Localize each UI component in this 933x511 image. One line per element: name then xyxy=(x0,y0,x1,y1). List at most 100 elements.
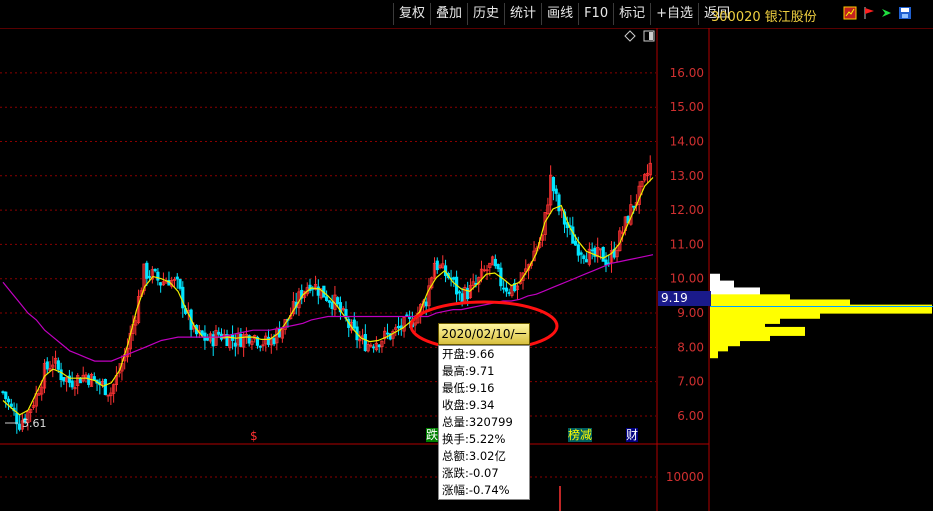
candle-body xyxy=(15,412,19,425)
candle-body xyxy=(502,287,506,290)
candle-body xyxy=(87,375,91,385)
candle-body xyxy=(457,291,461,294)
candle-body xyxy=(377,344,381,348)
y-tick-label: 15.00 xyxy=(670,100,704,114)
candle-body xyxy=(59,369,63,381)
candle-body xyxy=(6,398,11,403)
candle-body xyxy=(145,262,149,279)
candle-body xyxy=(352,319,356,329)
candle-body xyxy=(363,334,367,352)
flag-green-icon[interactable] xyxy=(880,6,894,20)
candle-body xyxy=(92,376,96,380)
volume-tick-label: 10000 xyxy=(666,470,704,484)
history-button[interactable]: 历史 xyxy=(467,3,504,25)
marker-fall[interactable]: 跌 xyxy=(426,428,439,442)
y-tick-label: 14.00 xyxy=(670,135,704,149)
candle-body xyxy=(590,249,594,252)
candle-body xyxy=(211,334,215,347)
candle-body xyxy=(325,296,329,301)
candle-body xyxy=(573,240,578,246)
chart-type-icon[interactable] xyxy=(843,6,857,20)
candle-body xyxy=(554,188,558,194)
tooltip-panel: 开盘:9.66 最高:9.71 最低:9.16 收盘:9.34 总量:32079… xyxy=(438,345,530,500)
tooltip-low: 最低:9.16 xyxy=(442,381,495,395)
candle-body xyxy=(266,336,271,345)
candle-body xyxy=(435,260,439,271)
tooltip-close: 收盘:9.34 xyxy=(442,398,495,412)
mark-button[interactable]: 标记 xyxy=(613,3,650,25)
tooltip-high: 最高:9.71 xyxy=(442,364,495,378)
candle-body xyxy=(147,275,152,278)
y-tick-label: 6.00 xyxy=(677,409,704,423)
fuquan-button[interactable]: 复权 xyxy=(393,3,430,25)
candle-body xyxy=(103,379,107,396)
y-tick-label: 11.00 xyxy=(670,237,704,251)
candle-body xyxy=(632,205,636,208)
candle-body xyxy=(327,300,331,303)
low-price-label: 5.61 xyxy=(22,417,47,430)
candle-body xyxy=(504,287,509,292)
candle-body xyxy=(272,338,276,345)
marker-rank-reduce[interactable]: 榜减 xyxy=(568,428,593,442)
y-tick-label: 16.00 xyxy=(670,66,704,80)
candle-body xyxy=(330,301,334,309)
candle-body xyxy=(493,258,497,267)
candle-body xyxy=(579,252,583,255)
tooltip-date: 2020/02/10/一 xyxy=(438,323,530,345)
candle-body xyxy=(156,271,160,281)
candle-body xyxy=(206,338,210,341)
top-toolbar-bar: 复权 叠加 历史 统计 画线 F10 标记 +自选 返回 300020 银江股份 xyxy=(0,0,933,28)
candle-body xyxy=(45,361,49,370)
candle-body xyxy=(557,194,561,212)
candle-body xyxy=(496,264,500,270)
candle-body xyxy=(217,331,221,335)
layout-icon[interactable] xyxy=(643,30,655,42)
flag-red-icon[interactable] xyxy=(862,6,876,20)
tooltip-turnover: 换手:5.22% xyxy=(442,432,506,446)
overlay-button[interactable]: 叠加 xyxy=(430,3,467,25)
f10-button[interactable]: F10 xyxy=(578,3,613,25)
candle-body xyxy=(576,244,580,256)
y-tick-label: 10.00 xyxy=(670,272,704,286)
candle-body xyxy=(62,376,66,382)
y-tick-label: 8.00 xyxy=(677,340,704,354)
candle-body xyxy=(571,226,575,244)
marker-dollar[interactable]: $ xyxy=(250,429,258,443)
candle-body xyxy=(56,360,60,370)
candle-body xyxy=(452,277,456,280)
tooltip-change: 涨跌:-0.07 xyxy=(442,466,499,480)
draw-line-button[interactable]: 画线 xyxy=(541,3,578,25)
candle-body xyxy=(407,317,412,319)
ma-short-line xyxy=(2,177,654,416)
candle-body xyxy=(396,325,401,329)
candle-body xyxy=(1,391,5,394)
y-tick-label: 13.00 xyxy=(670,169,704,183)
y-tick-label: 12.00 xyxy=(670,203,704,217)
candle-body xyxy=(175,276,179,280)
stock-title: 300020 银江股份 xyxy=(711,10,817,25)
candle-body xyxy=(385,332,390,335)
y-tick-label: 9.00 xyxy=(677,306,704,320)
candle-body xyxy=(153,268,157,272)
tooltip-volume: 总量:320799 xyxy=(442,415,513,429)
candle-body xyxy=(239,333,243,347)
tooltip-amount: 总额:3.02亿 xyxy=(442,449,506,463)
candle-body xyxy=(551,177,556,192)
current-price-flag: 9.19 xyxy=(658,291,711,306)
candle-body xyxy=(159,282,163,286)
toolbar: 复权 叠加 历史 统计 画线 F10 标记 +自选 返回 xyxy=(393,3,735,25)
y-tick-label: 7.00 xyxy=(677,375,704,389)
add-watchlist-button[interactable]: +自选 xyxy=(650,3,698,25)
candle-body xyxy=(507,292,511,294)
candle-body xyxy=(258,345,262,348)
floppy-icon[interactable] xyxy=(898,6,912,20)
candle-body xyxy=(372,346,376,349)
candle-body xyxy=(582,255,586,260)
candle-body xyxy=(585,259,589,263)
volume-profile-bar xyxy=(710,349,718,359)
diamond-icon[interactable] xyxy=(624,30,636,42)
marker-finance[interactable]: 财 xyxy=(626,428,639,442)
candle-body xyxy=(178,279,182,289)
statistics-button[interactable]: 统计 xyxy=(504,3,541,25)
candle-body xyxy=(9,403,13,407)
